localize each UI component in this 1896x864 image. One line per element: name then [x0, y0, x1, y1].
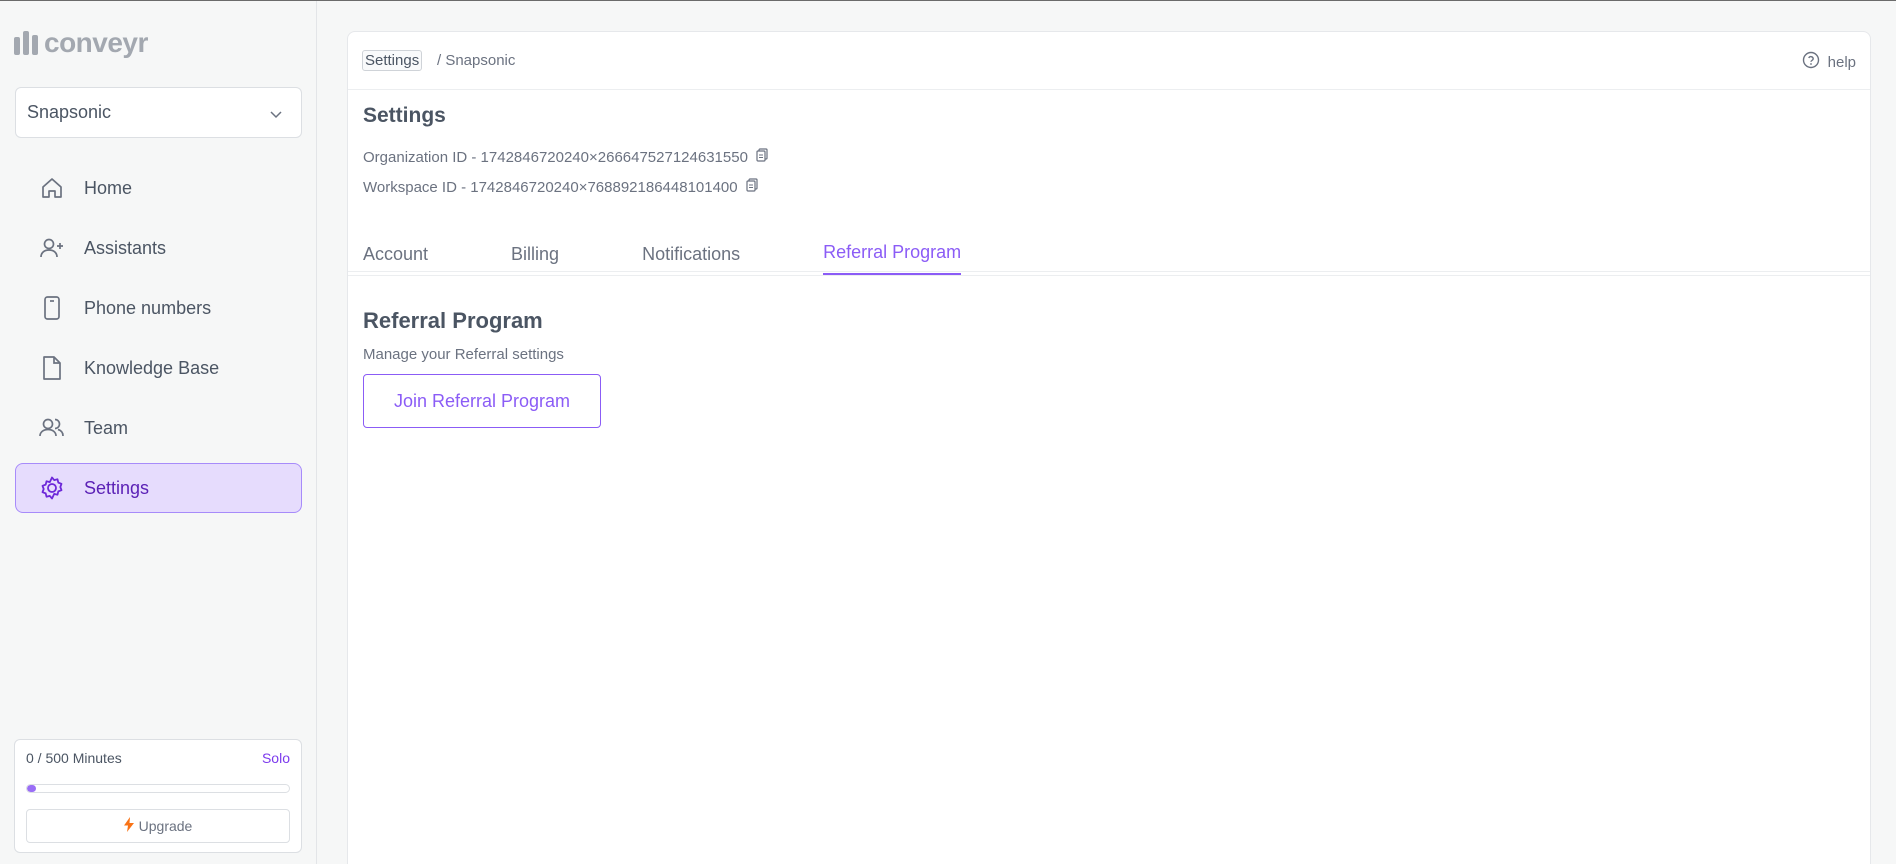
- usage-minutes: 0 / 500 Minutes: [26, 750, 122, 766]
- user-plus-icon: [38, 234, 66, 262]
- copy-icon[interactable]: [756, 148, 768, 166]
- page-title: Settings: [363, 104, 446, 127]
- tab-referral-program[interactable]: Referral Program: [823, 232, 962, 275]
- lightning-icon: [123, 817, 134, 835]
- users-icon: [38, 414, 66, 442]
- sidebar-item-label: Team: [84, 417, 129, 438]
- sidebar-item-label: Settings: [84, 477, 150, 498]
- sidebar-item-team[interactable]: Team: [15, 403, 302, 453]
- section-title: Referral Program: [363, 308, 543, 333]
- join-referral-program-button[interactable]: Join Referral Program: [363, 374, 601, 428]
- usage-progress-fill: [27, 785, 36, 792]
- sidebar: conveyr Snapsonic Home Assistants Phone …: [0, 1, 317, 864]
- sidebar-item-label: Phone numbers: [84, 297, 212, 318]
- workspace-select[interactable]: Snapsonic: [15, 87, 302, 138]
- upgrade-label: Upgrade: [138, 818, 193, 834]
- tab-notifications[interactable]: Notifications: [642, 232, 740, 275]
- upgrade-button[interactable]: Upgrade: [26, 809, 290, 843]
- question-circle-icon: [1802, 51, 1820, 73]
- tabs-divider: [348, 275, 1870, 276]
- sidebar-item-settings[interactable]: Settings: [15, 463, 302, 513]
- home-icon: [38, 174, 66, 202]
- organization-id: Organization ID - 1742846720240×26664752…: [363, 148, 748, 166]
- sidebar-item-label: Assistants: [84, 237, 167, 258]
- sidebar-item-label: Home: [84, 177, 133, 198]
- gear-icon: [38, 474, 66, 502]
- copy-icon[interactable]: [746, 178, 758, 196]
- brand-logo[interactable]: conveyr: [14, 27, 148, 59]
- phone-icon: [38, 294, 66, 322]
- tab-billing[interactable]: Billing: [511, 232, 559, 275]
- chevron-down-icon: [269, 105, 283, 126]
- organization-id-row: Organization ID - 1742846720240×26664752…: [363, 148, 768, 166]
- workspace-id-row: Workspace ID - 1742846720240×76889218644…: [363, 178, 758, 196]
- tab-account[interactable]: Account: [363, 232, 428, 275]
- sidebar-item-label: Knowledge Base: [84, 357, 220, 378]
- sidebar-item-knowledge-base[interactable]: Knowledge Base: [15, 343, 302, 393]
- breadcrumb-current: / Snapsonic: [437, 52, 516, 69]
- sidebar-item-assistants[interactable]: Assistants: [15, 223, 302, 273]
- help-button[interactable]: help: [1802, 51, 1856, 73]
- breadcrumb-settings-link[interactable]: Settings: [362, 50, 423, 71]
- settings-tabs: Account Billing Notifications Referral P…: [363, 232, 1044, 275]
- file-icon: [38, 354, 66, 382]
- section-description: Manage your Referral settings: [363, 346, 564, 363]
- usage-card: 0 / 500 Minutes Solo Upgrade: [14, 739, 302, 853]
- workspace-select-value: Snapsonic: [27, 102, 112, 122]
- logo-icon: [14, 31, 38, 55]
- settings-panel: Settings / Snapsonic help Settings Organ…: [347, 31, 1871, 864]
- sidebar-item-phone-numbers[interactable]: Phone numbers: [15, 283, 302, 333]
- sidebar-nav: Home Assistants Phone numbers Knowledge …: [15, 163, 302, 523]
- sidebar-item-home[interactable]: Home: [15, 163, 302, 213]
- plan-badge[interactable]: Solo: [262, 750, 290, 766]
- usage-progress-bar: [26, 784, 290, 793]
- workspace-id: Workspace ID - 1742846720240×76889218644…: [363, 178, 738, 196]
- topbar: Settings / Snapsonic help: [348, 32, 1870, 90]
- help-label: help: [1827, 53, 1856, 71]
- brand-name: conveyr: [44, 27, 148, 58]
